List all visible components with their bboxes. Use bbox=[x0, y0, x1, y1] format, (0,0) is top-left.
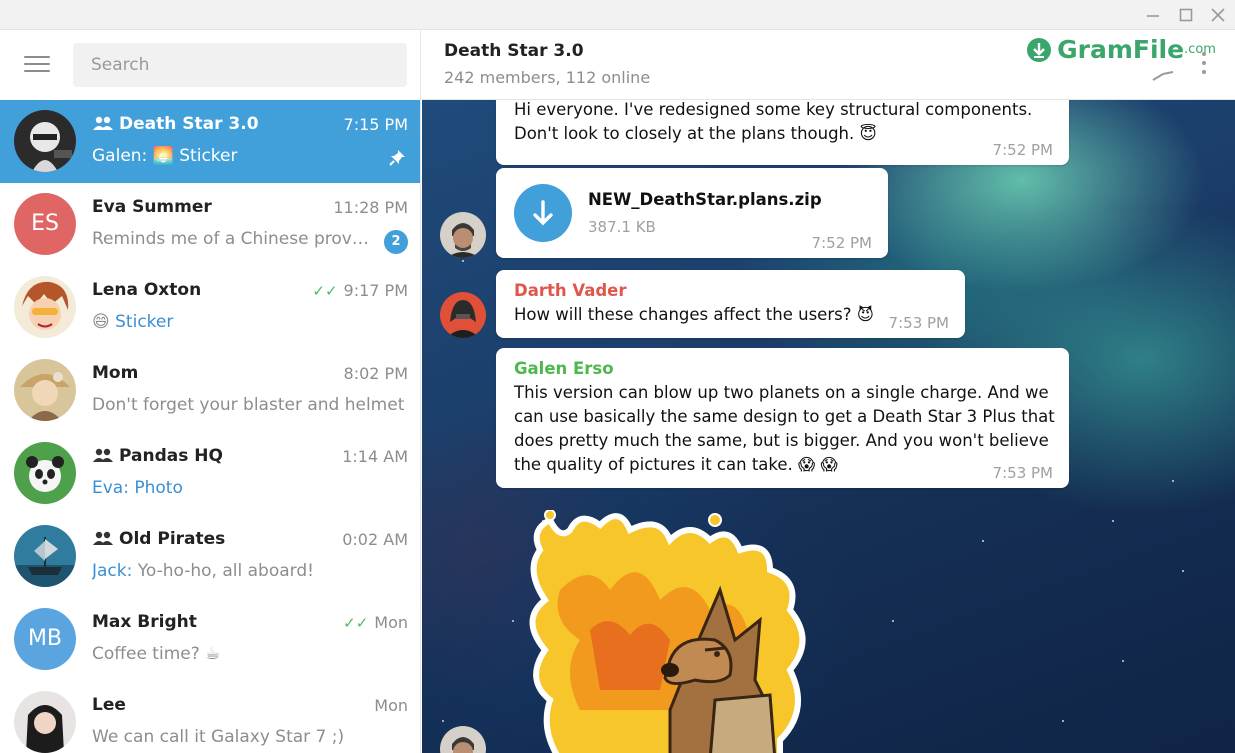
gramfile-watermark: GramFile.com bbox=[1026, 35, 1216, 69]
avatar bbox=[14, 691, 76, 753]
chat-name: Mom bbox=[92, 363, 139, 383]
double-check-icon: ✓✓ bbox=[312, 282, 338, 300]
chat-item-death-star[interactable]: Death Star 3.0 7:15 PM Galen: 🌅 Sticker bbox=[0, 100, 420, 183]
avatar: MB bbox=[14, 608, 76, 670]
double-check-icon: ✓✓ bbox=[343, 614, 369, 632]
chat-list: Death Star 3.0 7:15 PM Galen: 🌅 Sticker … bbox=[0, 100, 420, 753]
chat-time: 0:02 AM bbox=[342, 530, 408, 549]
minimize-icon[interactable] bbox=[1142, 4, 1164, 26]
chat-preview: We can call it Galaxy Star 7 ;) bbox=[92, 727, 345, 747]
chat-preview: Don't forget your blaster and helmet bbox=[92, 395, 405, 415]
search-input[interactable] bbox=[73, 43, 407, 87]
chat-title[interactable]: Death Star 3.0 bbox=[444, 41, 584, 61]
file-name[interactable]: NEW_DeathStar.plans.zip bbox=[588, 190, 822, 209]
chat-preview: Reminds me of a Chinese prove… bbox=[92, 229, 377, 249]
group-icon bbox=[92, 530, 114, 551]
download-circle-icon bbox=[1027, 37, 1051, 62]
chat-name: Lee bbox=[92, 695, 126, 715]
chat-time: ✓✓ Mon bbox=[343, 613, 408, 632]
chat-area: Hi everyone. I've redesigned some key st… bbox=[422, 100, 1235, 753]
message-text: Hi everyone. I've redesigned some key st… bbox=[514, 100, 1033, 143]
chat-preview: 😄 Sticker bbox=[92, 312, 174, 332]
chat-item-lee[interactable]: Lee Mon We can call it Galaxy Star 7 ;) bbox=[0, 681, 420, 753]
message-time: 7:53 PM bbox=[888, 314, 949, 332]
chat-time: ✓✓ 9:17 PM bbox=[312, 281, 408, 300]
group-icon bbox=[92, 115, 114, 136]
chat-time: Mon bbox=[374, 696, 408, 715]
message-time: 7:52 PM bbox=[992, 141, 1053, 159]
chat-preview: Coffee time? ☕ bbox=[92, 644, 221, 664]
close-icon[interactable] bbox=[1207, 4, 1229, 26]
message-bubble[interactable]: Galen Erso This version can blow up two … bbox=[496, 348, 1069, 488]
message-sender[interactable]: Galen Erso bbox=[514, 358, 614, 380]
sticker-image[interactable] bbox=[520, 509, 820, 753]
chat-name: Death Star 3.0 bbox=[92, 114, 259, 136]
message-text: This version can blow up two planets on … bbox=[514, 383, 1055, 474]
chat-item-eva-summer[interactable]: ES Eva Summer 11:28 PM Reminds me of a C… bbox=[0, 183, 420, 266]
download-icon[interactable] bbox=[514, 184, 572, 242]
avatar: ES bbox=[14, 193, 76, 255]
chat-preview: Galen: 🌅 Sticker bbox=[92, 146, 238, 166]
chat-name: Max Bright bbox=[92, 612, 197, 632]
message-text: How will these changes affect the users?… bbox=[514, 305, 874, 324]
chat-item-mom[interactable]: Mom 8:02 PM Don't forget your blaster an… bbox=[0, 349, 420, 432]
message-bubble[interactable]: Hi everyone. I've redesigned some key st… bbox=[496, 100, 1069, 165]
window-titlebar bbox=[0, 0, 1235, 30]
maximize-icon[interactable] bbox=[1175, 4, 1197, 26]
chat-subtitle: 242 members, 112 online bbox=[444, 68, 651, 87]
chat-time: 8:02 PM bbox=[343, 364, 408, 383]
hamburger-menu-icon[interactable] bbox=[24, 54, 50, 74]
sender-avatar[interactable] bbox=[440, 726, 486, 753]
file-size: 387.1 KB bbox=[588, 218, 656, 236]
sidebar-header bbox=[0, 30, 420, 100]
group-icon bbox=[92, 447, 114, 468]
message-time: 7:53 PM bbox=[992, 464, 1053, 482]
sender-avatar[interactable] bbox=[440, 212, 486, 258]
chat-preview: Jack: Yo-ho-ho, all aboard! bbox=[92, 561, 314, 581]
chat-item-max-bright[interactable]: MB Max Bright ✓✓ Mon Coffee time? ☕ bbox=[0, 598, 420, 681]
sidebar: Death Star 3.0 7:15 PM Galen: 🌅 Sticker … bbox=[0, 30, 421, 753]
avatar bbox=[14, 442, 76, 504]
message-time: 7:52 PM bbox=[811, 234, 872, 252]
pin-icon bbox=[387, 148, 407, 168]
chat-name: Pandas HQ bbox=[92, 446, 223, 468]
chat-item-lena-oxton[interactable]: Lena Oxton ✓✓ 9:17 PM 😄 Sticker bbox=[0, 266, 420, 349]
chat-time: 7:15 PM bbox=[343, 115, 408, 134]
avatar bbox=[14, 276, 76, 338]
sender-avatar[interactable] bbox=[440, 292, 486, 338]
chat-name: Old Pirates bbox=[92, 529, 225, 551]
chat-item-pandas-hq[interactable]: Pandas HQ 1:14 AM Eva: Photo bbox=[0, 432, 420, 515]
avatar bbox=[14, 359, 76, 421]
more-vertical-icon[interactable] bbox=[1199, 50, 1209, 78]
message-bubble[interactable]: Darth Vader How will these changes affec… bbox=[496, 270, 965, 338]
chat-preview: Eva: Photo bbox=[92, 478, 183, 498]
chat-time: 1:14 AM bbox=[342, 447, 408, 466]
chat-item-old-pirates[interactable]: Old Pirates 0:02 AM Jack: Yo-ho-ho, all … bbox=[0, 515, 420, 598]
file-message-bubble[interactable]: NEW_DeathStar.plans.zip 387.1 KB 7:52 PM bbox=[496, 168, 888, 258]
search-messages-icon[interactable] bbox=[1151, 60, 1175, 84]
avatar bbox=[14, 110, 76, 172]
chat-time: 11:28 PM bbox=[333, 198, 408, 217]
chat-header: Death Star 3.0 242 members, 112 online G… bbox=[422, 30, 1235, 100]
avatar bbox=[14, 525, 76, 587]
message-sender[interactable]: Darth Vader bbox=[514, 280, 627, 302]
chat-name: Eva Summer bbox=[92, 197, 212, 217]
unread-badge: 2 bbox=[384, 230, 408, 254]
chat-name: Lena Oxton bbox=[92, 280, 202, 300]
